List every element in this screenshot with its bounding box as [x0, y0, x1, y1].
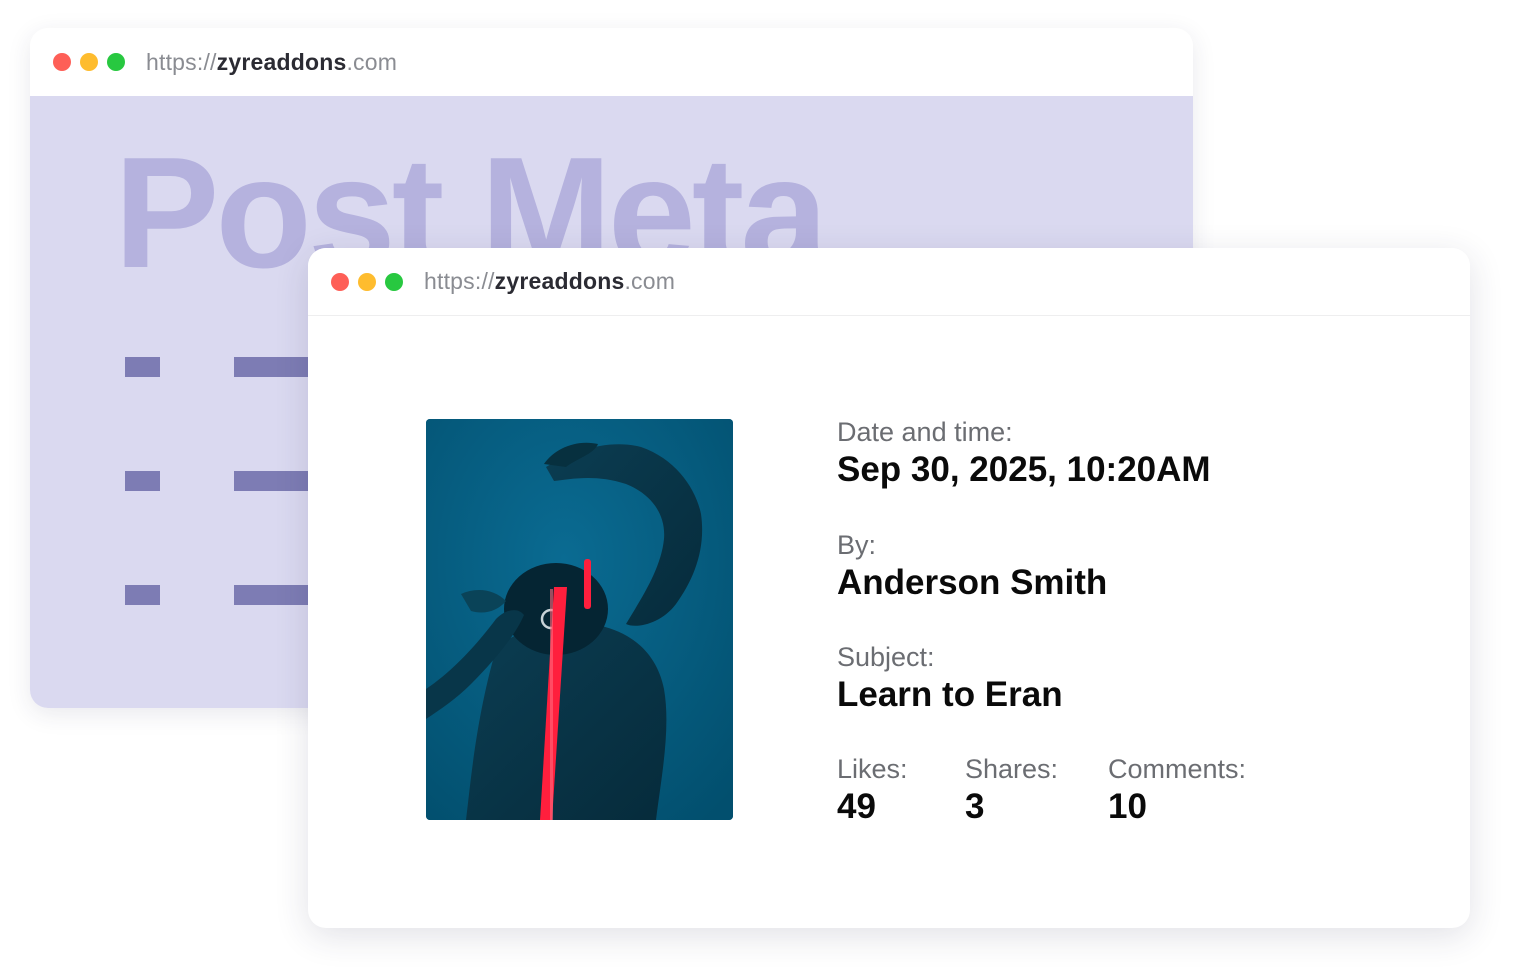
- minimize-window-button[interactable]: [80, 53, 98, 71]
- placeholder-bar-short: [125, 357, 160, 377]
- placeholder-bar-short: [125, 585, 160, 605]
- url-suffix: .com: [624, 268, 676, 294]
- maximize-window-button[interactable]: [107, 53, 125, 71]
- date-label: Date and time:: [837, 417, 1013, 447]
- back-titlebar: https://zyreaddons.com: [30, 28, 1193, 96]
- likes-stat: Likes: 49: [837, 754, 908, 826]
- shares-count: 3: [965, 787, 985, 826]
- post-meta-card: Date and time: Sep 30, 2025, 10:20AM By:…: [308, 316, 1470, 928]
- shares-stat: Shares: 3: [965, 754, 1059, 826]
- likes-label: Likes:: [837, 754, 908, 784]
- front-address-url[interactable]: https://zyreaddons.com: [424, 268, 675, 295]
- placeholder-bar-short: [125, 471, 160, 491]
- url-suffix: .com: [346, 48, 398, 75]
- back-address-url[interactable]: https://zyreaddons.com: [146, 49, 397, 76]
- maximize-window-button[interactable]: [385, 272, 403, 291]
- subject-label: Subject:: [837, 642, 935, 672]
- minimize-window-button[interactable]: [358, 272, 376, 291]
- subject-meta: Subject: Learn to Eran: [837, 642, 1063, 713]
- subject-value[interactable]: Learn to Eran: [837, 677, 1063, 712]
- likes-count: 49: [837, 787, 876, 826]
- url-domain: zyreaddons: [494, 268, 625, 294]
- date-value: Sep 30, 2025, 10:20AM: [837, 450, 1211, 489]
- author-meta: By: Anderson Smith: [837, 530, 1107, 601]
- front-browser-window: https://zyreaddons.com Date and time: Se…: [308, 248, 1470, 928]
- comments-count: 10: [1108, 787, 1147, 826]
- url-prefix: https://: [424, 268, 495, 294]
- url-prefix: https://: [146, 48, 217, 75]
- comments-label: Comments:: [1108, 754, 1247, 784]
- url-domain: zyreaddons: [216, 48, 347, 75]
- author-value[interactable]: Anderson Smith: [837, 565, 1107, 600]
- date-meta: Date and time: Sep 30, 2025, 10:20AM: [837, 417, 1211, 489]
- shares-label: Shares:: [965, 754, 1059, 784]
- front-titlebar: https://zyreaddons.com: [308, 248, 1470, 316]
- post-featured-image[interactable]: [426, 419, 733, 820]
- person-neon-photo: [426, 419, 733, 820]
- close-window-button[interactable]: [331, 272, 349, 291]
- comments-stat: Comments: 10: [1108, 754, 1247, 826]
- close-window-button[interactable]: [53, 53, 71, 71]
- author-label: By:: [837, 530, 877, 560]
